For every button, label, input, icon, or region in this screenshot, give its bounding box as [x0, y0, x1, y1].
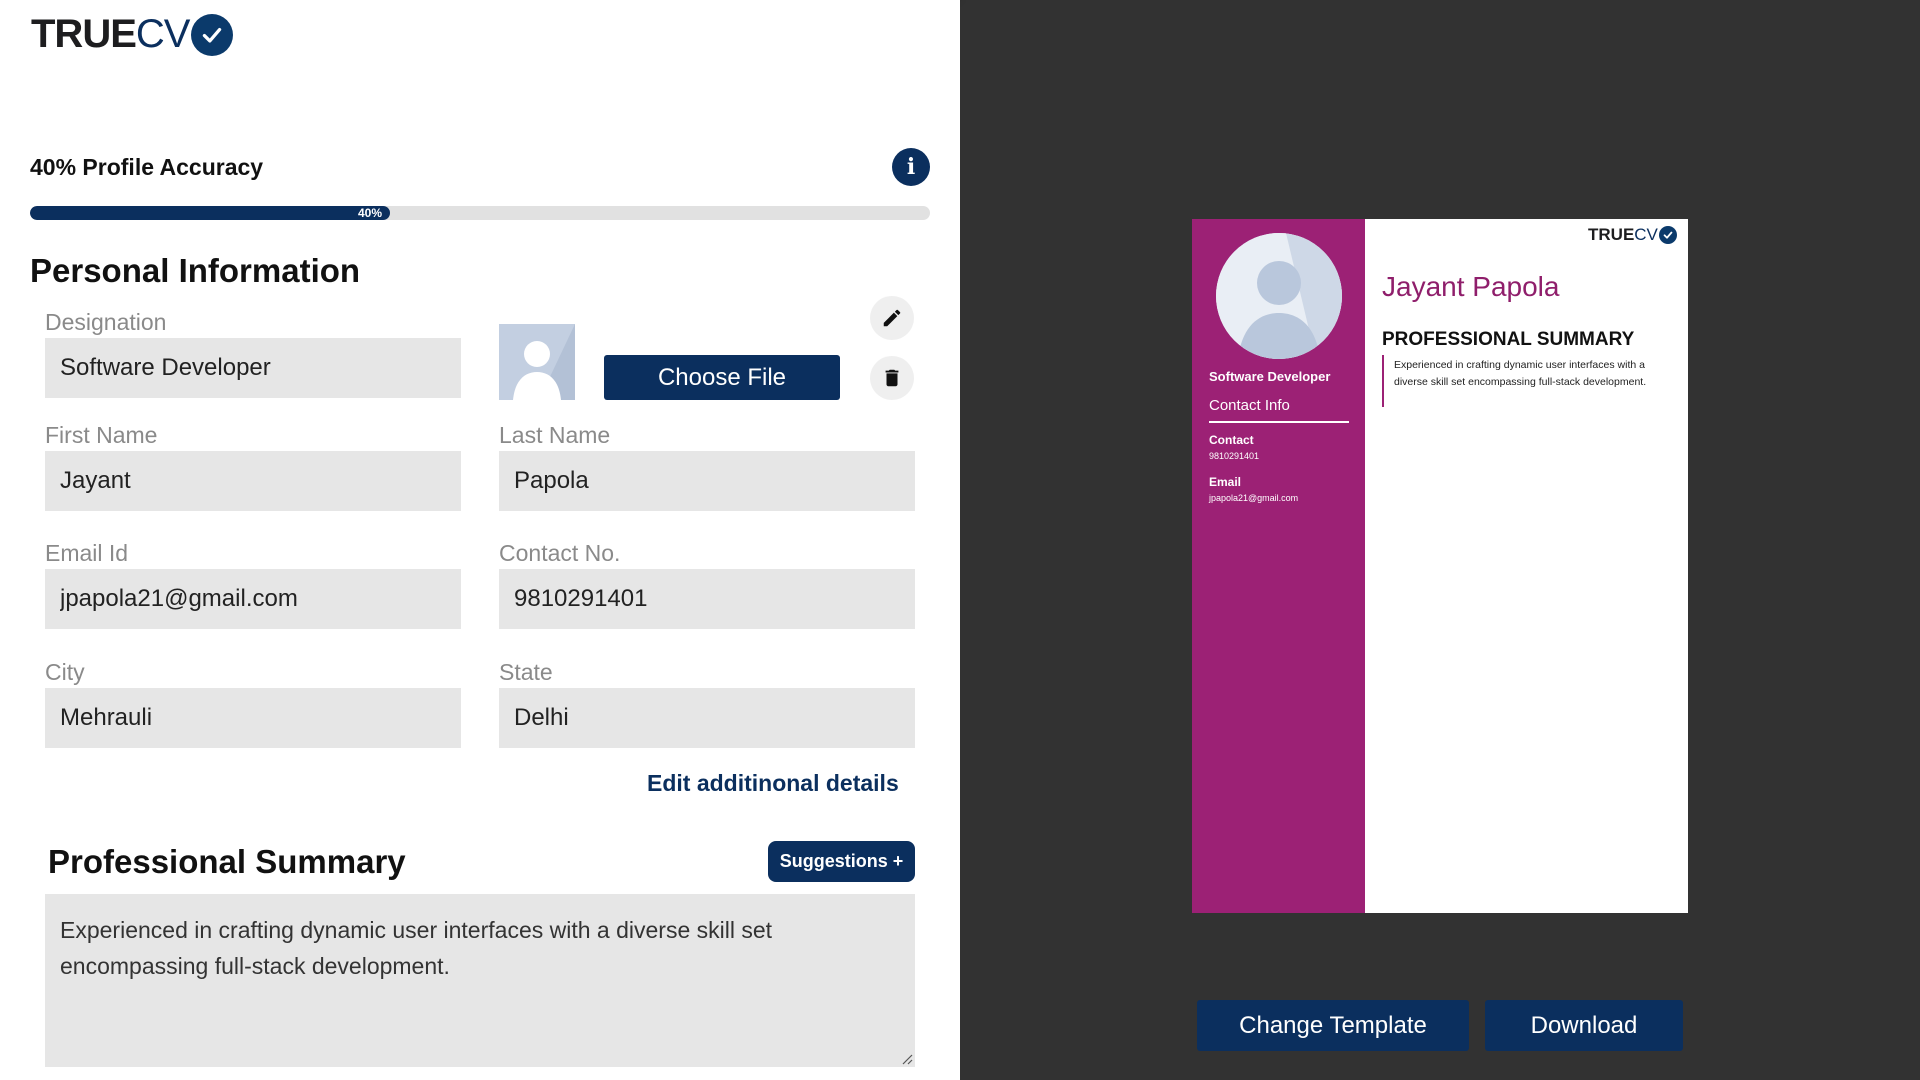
- resize-grip-icon[interactable]: [901, 1053, 913, 1065]
- email-label: Email Id: [45, 540, 129, 566]
- progress-text: 40%: [357, 206, 382, 220]
- resume-logo-true-text: TRUE: [1588, 225, 1635, 244]
- resume-contact-value: 9810291401: [1209, 451, 1260, 461]
- resume-divider: [1209, 421, 1349, 423]
- designation-label: Designation: [45, 309, 167, 335]
- resume-summary-accent-bar: [1382, 355, 1384, 407]
- resume-photo: [1216, 233, 1342, 359]
- contact-label: Contact No.: [499, 540, 621, 566]
- professional-summary-textarea[interactable]: [45, 894, 915, 1067]
- check-icon: [191, 13, 234, 56]
- professional-summary-title: Professional Summary: [48, 843, 406, 880]
- logo-cv-text: CV: [135, 12, 191, 56]
- resume-truecv-logo: TRUE CV: [1588, 225, 1677, 245]
- logo-true-text: TRUE: [31, 12, 137, 56]
- resume-contact-info-heading: Contact Info: [1209, 397, 1290, 414]
- designation-input[interactable]: [45, 338, 461, 398]
- city-label: City: [45, 659, 85, 685]
- resume-summary-heading: PROFESSIONAL SUMMARY: [1382, 329, 1635, 350]
- edit-additional-details-link[interactable]: Edit additinonal details: [647, 770, 899, 797]
- choose-file-button[interactable]: Choose File: [604, 355, 840, 400]
- state-input[interactable]: [499, 688, 915, 748]
- resume-name: Jayant Papola: [1382, 271, 1560, 302]
- last-name-input[interactable]: [499, 451, 915, 511]
- first-name-label: First Name: [45, 422, 158, 448]
- progress-fill: 40%: [30, 206, 390, 220]
- truecv-logo: TRUE CV: [31, 12, 234, 57]
- editor-panel: TRUE CV 40% Profile Accuracy i 40% Perso…: [0, 0, 960, 1080]
- preview-panel: Software Developer Contact Info Contact …: [960, 0, 1920, 1080]
- resume-logo-cv-text: CV: [1634, 225, 1658, 244]
- email-input[interactable]: [45, 569, 461, 629]
- resume-email-value: jpapola21@gmail.com: [1209, 493, 1299, 503]
- resume-contact-heading: Contact: [1209, 433, 1254, 447]
- city-input[interactable]: [45, 688, 461, 748]
- last-name-label: Last Name: [499, 422, 611, 448]
- info-icon[interactable]: i: [892, 148, 930, 186]
- personal-information-title: Personal Information: [30, 252, 361, 289]
- profile-progress-bar: 40%: [30, 206, 930, 220]
- state-label: State: [499, 659, 553, 685]
- change-template-button[interactable]: Change Template: [1197, 1000, 1469, 1051]
- check-icon: [1658, 226, 1677, 244]
- resume-email-heading: Email: [1209, 475, 1242, 489]
- profile-accuracy-label: 40% Profile Accuracy: [30, 154, 264, 180]
- first-name-input[interactable]: [45, 451, 461, 511]
- profile-photo-thumbnail: [499, 324, 575, 400]
- resume-preview: Software Developer Contact Info Contact …: [1192, 219, 1688, 913]
- download-button[interactable]: Download: [1485, 1000, 1683, 1051]
- suggestions-button[interactable]: Suggestions +: [768, 841, 915, 882]
- pencil-icon[interactable]: [870, 296, 914, 340]
- trash-icon[interactable]: [870, 356, 914, 400]
- resume-summary-text: Experienced in crafting dynamic user int…: [1394, 359, 1647, 388]
- resume-sidebar: Software Developer Contact Info Contact …: [1192, 219, 1365, 913]
- contact-input[interactable]: [499, 569, 915, 629]
- resume-designation: Software Developer: [1209, 369, 1331, 384]
